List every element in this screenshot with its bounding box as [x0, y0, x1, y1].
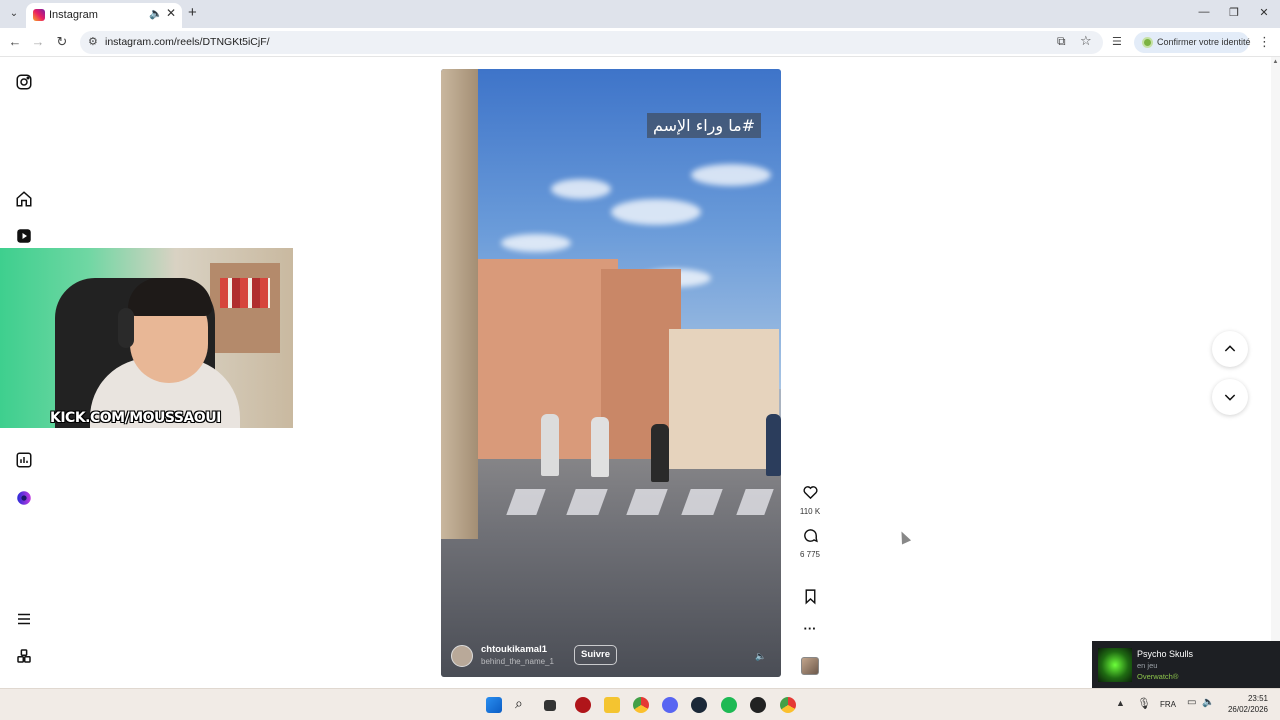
profile-avatar-icon — [1142, 37, 1153, 48]
app-icon-red[interactable] — [575, 697, 591, 713]
minimize-icon[interactable]: — — [1196, 6, 1212, 18]
clock-date[interactable]: 26/02/2026 — [1222, 705, 1268, 714]
volume-icon[interactable]: 🔈 — [1202, 697, 1214, 708]
tab-search-icon[interactable]: ☰ — [1112, 35, 1122, 48]
reel-video[interactable]: #ما وراء الإسم chtoukikamal1 behind_the_… — [441, 69, 781, 677]
video-hashtag-overlay: #ما وراء الإسم — [647, 113, 762, 138]
kick-banner: KICK.COM/MOUSSAOUI — [50, 410, 221, 426]
bookmark-star-icon[interactable]: ☆ — [1080, 33, 1092, 49]
instagram-favicon-icon — [33, 9, 45, 21]
windows-taskbar: ⌕ ▲ 🎙 FRA ▭ 🔈 23:51 26/02/2026 — [0, 688, 1280, 720]
address-bar[interactable]: ⚙ instagram.com/reels/DTNGKt5iCjF/ ⧉ ☆ — [80, 31, 1103, 54]
previous-reel-button[interactable] — [1212, 331, 1248, 367]
game-notification[interactable]: Psycho Skulls en jeu Overwatch® — [1092, 641, 1280, 688]
site-info-icon[interactable]: ⚙ — [88, 35, 98, 48]
kebab-menu-icon[interactable]: ⋮ — [1258, 34, 1271, 50]
identity-label: Confirmer votre identité — [1157, 37, 1251, 47]
spotify-icon[interactable] — [721, 697, 737, 713]
game-avatar — [1098, 648, 1132, 682]
forward-arrow-icon[interactable]: → — [29, 34, 47, 49]
pedestrian — [591, 417, 609, 477]
file-explorer-icon[interactable] — [604, 697, 620, 713]
audio-thumbnail[interactable] — [801, 657, 819, 675]
comment-count: 6 775 — [799, 550, 821, 559]
chevron-down-icon — [1224, 394, 1236, 401]
background-books — [220, 278, 270, 308]
streamer-hair — [128, 278, 212, 316]
chevron-up-icon — [1224, 345, 1236, 352]
cloud — [691, 164, 771, 186]
comment-icon — [803, 529, 818, 543]
browser-tab[interactable]: Instagram 🔈 ✕ — [26, 3, 182, 28]
close-icon[interactable]: ✕ — [166, 6, 176, 20]
building — [441, 69, 478, 539]
back-arrow-icon[interactable]: ← — [6, 34, 24, 49]
more-apps-icon[interactable] — [14, 646, 34, 666]
maximize-icon[interactable]: ❐ — [1226, 6, 1242, 19]
mouse-cursor — [896, 529, 912, 545]
tab-title: Instagram — [49, 9, 98, 21]
notification-title: Psycho Skulls — [1137, 649, 1194, 659]
save-button[interactable] — [798, 588, 822, 610]
notification-game: Overwatch® — [1137, 672, 1179, 681]
cloud — [611, 199, 701, 225]
steam-icon[interactable] — [691, 697, 707, 713]
app-icon-dark[interactable] — [750, 697, 766, 713]
video-road — [441, 439, 781, 677]
webcam-overlay: KICK.COM/MOUSSAOUI — [0, 248, 293, 428]
menu-icon[interactable] — [14, 609, 34, 629]
language-indicator[interactable]: FRA — [1160, 700, 1176, 709]
pedestrian — [541, 414, 559, 476]
scroll-up-arrow-icon[interactable]: ▲ — [1271, 59, 1280, 65]
stats-icon[interactable] — [14, 450, 34, 470]
follow-button[interactable]: Suivre — [574, 645, 618, 665]
headset — [118, 308, 134, 348]
clock-time[interactable]: 23:51 — [1238, 694, 1268, 703]
identity-chip[interactable]: Confirmer votre identité — [1134, 32, 1251, 53]
speaker-icon[interactable]: 🔈 — [755, 651, 766, 662]
search-icon[interactable]: ⌕ — [515, 695, 531, 711]
network-icon[interactable]: ▭ — [1187, 697, 1196, 708]
notification-status: en jeu — [1137, 661, 1158, 670]
like-button[interactable]: 110 K — [798, 484, 822, 516]
url-text[interactable]: instagram.com/reels/DTNGKt5iCjF/ — [105, 36, 270, 48]
pedestrian — [766, 414, 781, 476]
speaker-icon[interactable]: 🔈 — [149, 7, 163, 20]
building — [669, 329, 779, 469]
page-scrollbar[interactable]: ▲ — [1271, 57, 1280, 688]
instagram-logo-icon[interactable] — [14, 72, 34, 92]
bookmark-icon — [805, 589, 815, 605]
background-shelf — [210, 263, 280, 353]
comment-button[interactable]: 6 775 — [798, 527, 822, 559]
discord-icon[interactable] — [662, 697, 678, 713]
cloud — [551, 179, 611, 199]
reload-icon[interactable]: ↻ — [53, 34, 71, 50]
reels-icon[interactable] — [14, 226, 34, 246]
microphone-icon[interactable]: 🎙 — [1137, 697, 1151, 710]
window-close-icon[interactable]: ✕ — [1256, 6, 1272, 19]
plus-icon[interactable]: + — [188, 5, 197, 21]
author-avatar[interactable] — [451, 645, 473, 667]
install-app-icon[interactable]: ⧉ — [1057, 34, 1066, 49]
cloud — [501, 234, 571, 252]
browser-toolbar: ← → ↻ ⚙ instagram.com/reels/DTNGKt5iCjF/… — [0, 28, 1280, 57]
author-username[interactable]: chtoukikamal1 — [481, 644, 547, 655]
meta-ai-icon[interactable] — [14, 488, 34, 508]
task-view-icon[interactable] — [544, 700, 556, 711]
heart-icon — [802, 486, 818, 500]
tray-chevron-up-icon[interactable]: ▲ — [1116, 698, 1125, 708]
pedestrian — [651, 424, 669, 482]
chrome-icon[interactable] — [780, 697, 796, 713]
tab-list-chevron-icon[interactable]: ⌄ — [6, 6, 22, 22]
audio-track[interactable]: behind_the_name_1 — [481, 657, 554, 666]
more-options-icon[interactable]: ··· — [798, 621, 822, 636]
like-count: 110 K — [799, 507, 821, 516]
next-reel-button[interactable] — [1212, 379, 1248, 415]
home-icon[interactable] — [14, 189, 34, 209]
browser-tab-strip: ⌄ Instagram 🔈 ✕ + — ❐ ✕ — [0, 0, 1280, 28]
windows-start-icon[interactable] — [486, 697, 502, 713]
chrome-icon[interactable] — [633, 697, 649, 713]
